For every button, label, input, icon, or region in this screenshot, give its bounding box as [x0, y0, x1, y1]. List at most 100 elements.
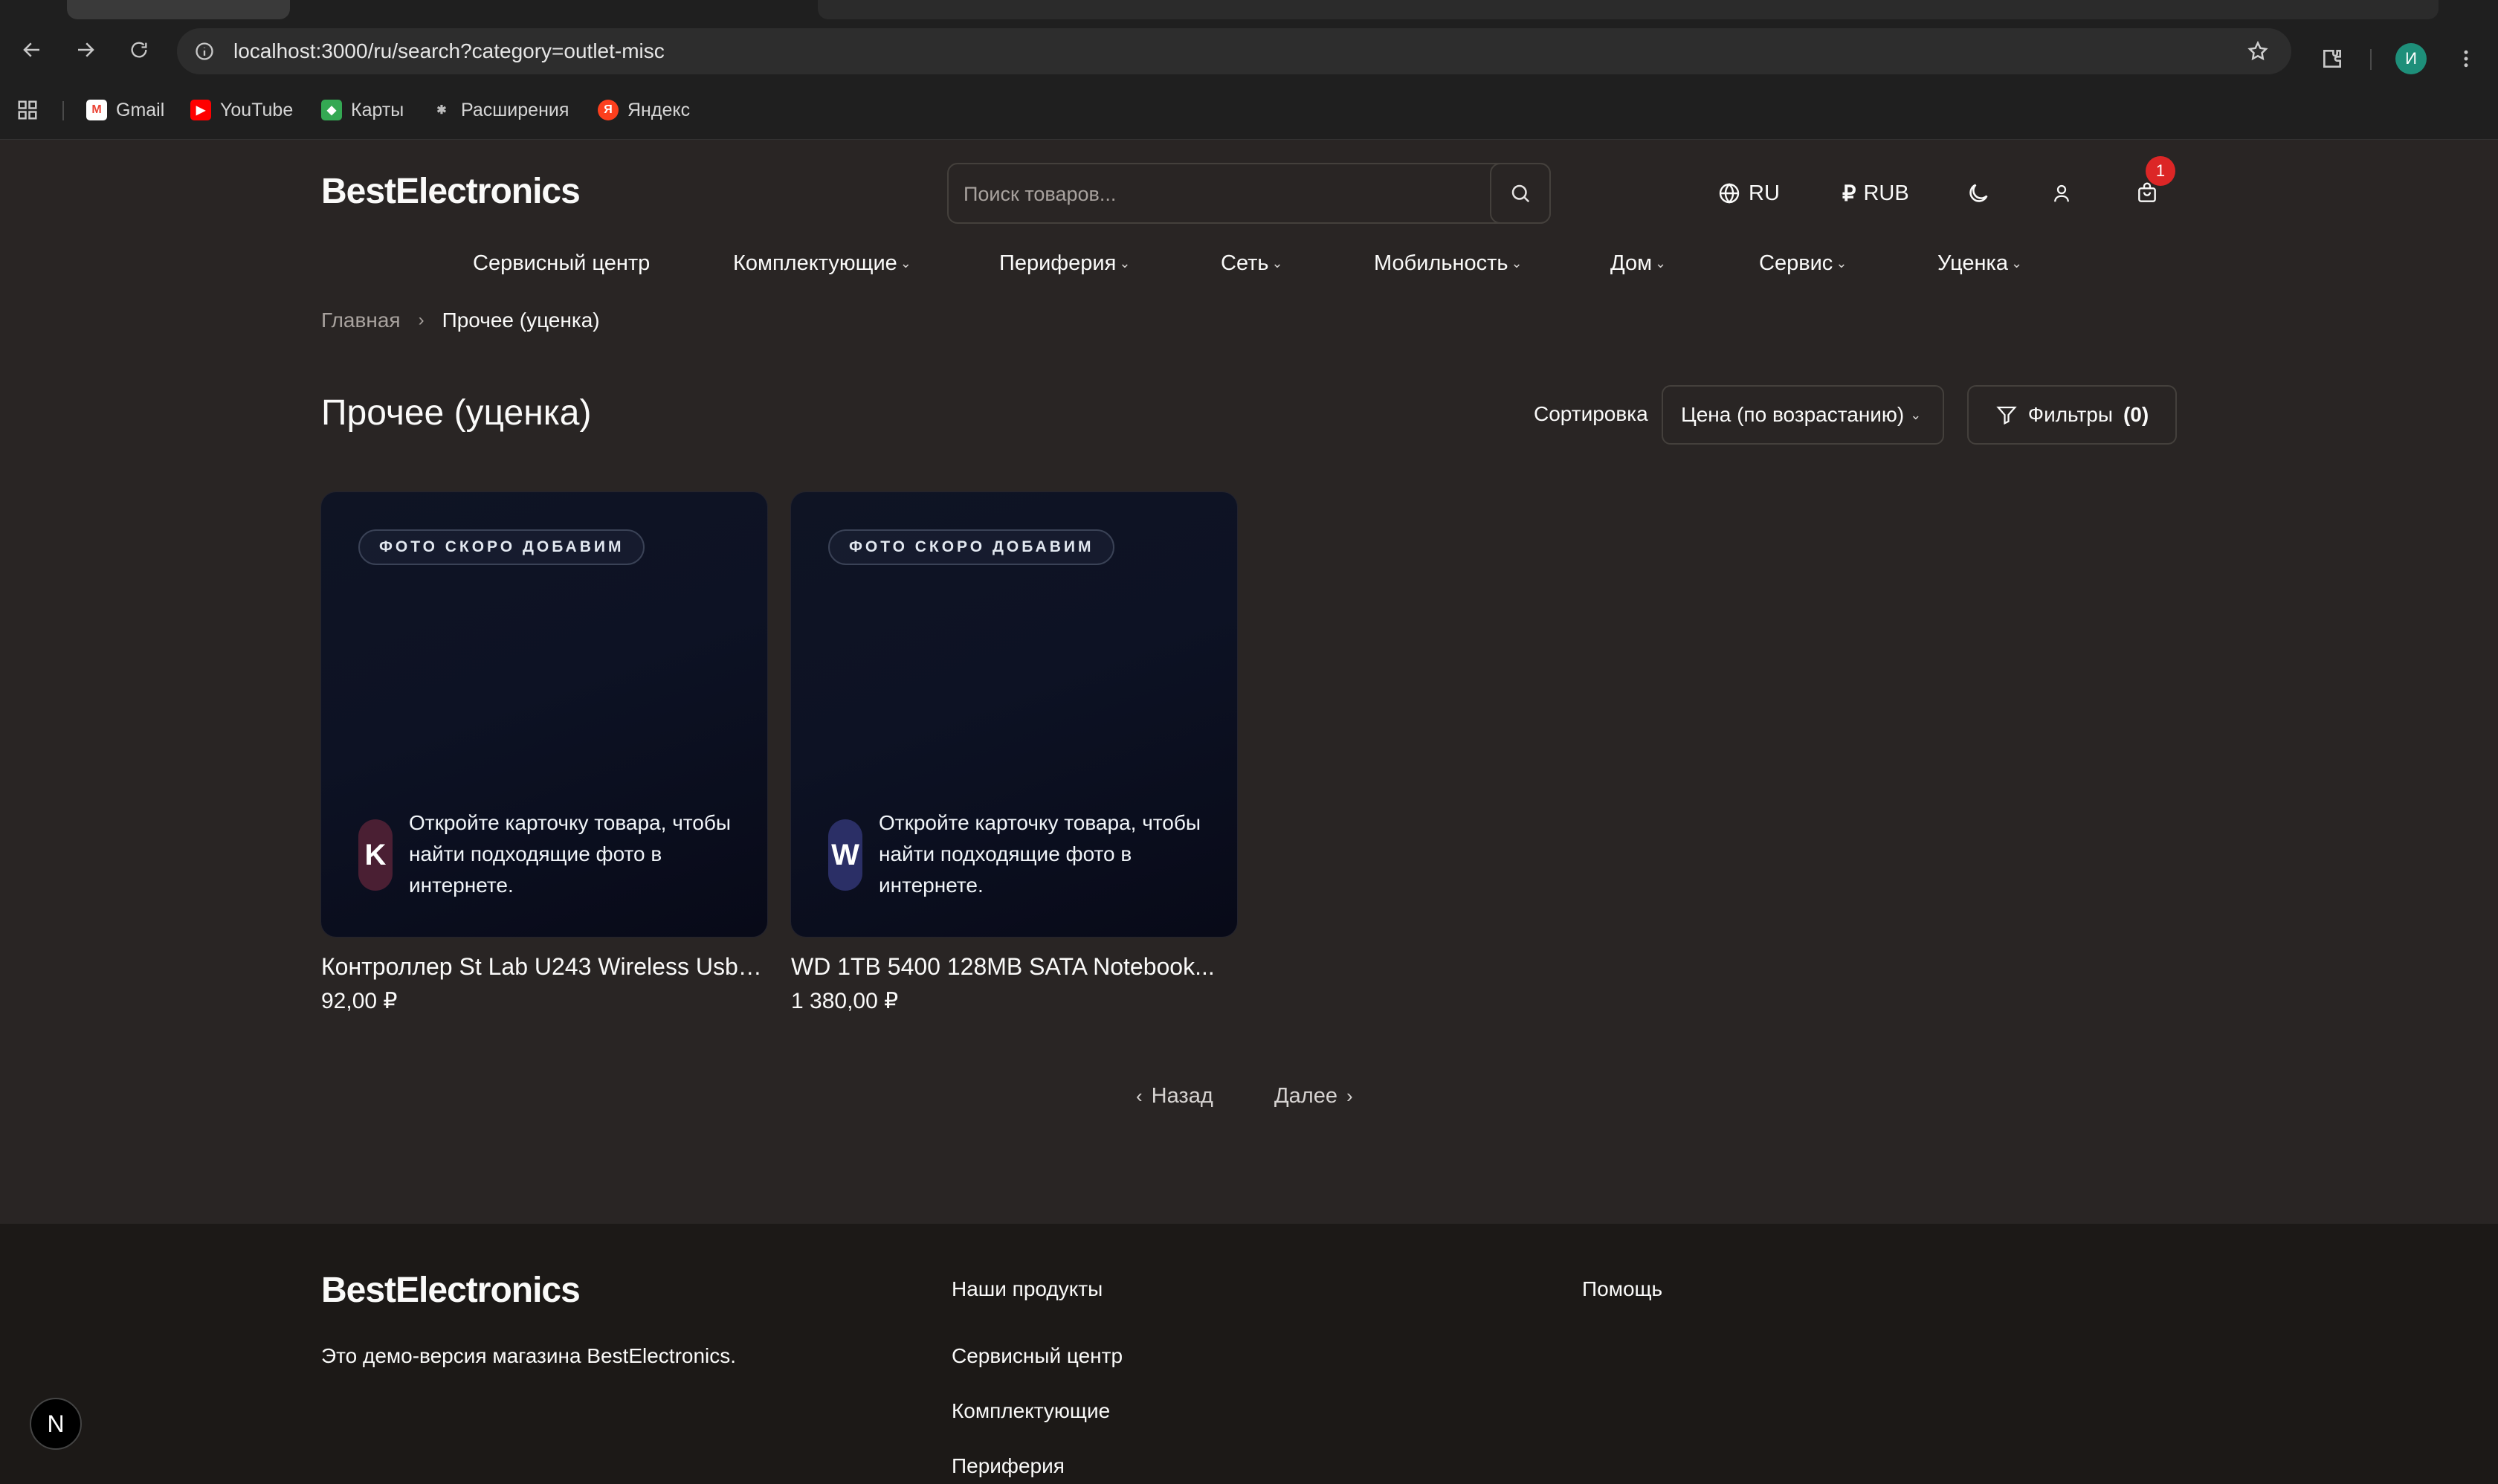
product-title[interactable]: Контроллер St Lab U243 Wireless Usb t... — [321, 953, 767, 981]
chevron-down-icon: ⌄ — [1910, 407, 1922, 422]
nextjs-dev-indicator[interactable]: N — [30, 1398, 82, 1450]
search-box — [947, 163, 1551, 224]
nav-item-label: Сервисный центр — [473, 251, 651, 275]
bookmark-star-icon[interactable] — [2244, 37, 2272, 65]
back-icon[interactable] — [13, 31, 51, 68]
footer-logo[interactable]: BestElectronics — [321, 1270, 581, 1311]
photo-coming-badge: ФОТО СКОРО ДОБАВИМ — [828, 529, 1115, 565]
account-button[interactable] — [2050, 177, 2073, 210]
nav-item-label: Мобильность — [1374, 251, 1508, 275]
browser-tab-active[interactable] — [818, 0, 2439, 19]
pagination-next[interactable]: Далее › — [1274, 1084, 1353, 1109]
product-price: 1 380,00 ₽ — [791, 989, 899, 1013]
bookmark-gmail[interactable]: M Gmail — [86, 98, 164, 122]
chevron-down-icon: ⌄ — [1655, 256, 1667, 271]
nav-item-label: Уценка — [1937, 251, 2009, 275]
chevron-down-icon: ⌄ — [1836, 256, 1847, 271]
ruble-icon: ₽ — [1842, 181, 1856, 206]
forward-icon[interactable] — [67, 31, 104, 68]
chevron-right-icon: › — [418, 310, 425, 330]
nav-item-components[interactable]: Комплектующие ⌄ — [733, 251, 911, 276]
nav-item-home[interactable]: Дом ⌄ — [1610, 251, 1666, 276]
bookmark-label: Карты — [351, 99, 404, 120]
product-card[interactable]: ФОТО СКОРО ДОБАВИМ K Откройте карточку т… — [321, 492, 767, 1014]
nav-item-network[interactable]: Сеть ⌄ — [1221, 251, 1283, 276]
currency-switcher[interactable]: ₽ RUB — [1842, 177, 1909, 210]
product-price: 92,00 ₽ — [321, 989, 398, 1013]
sort-select[interactable]: Цена (по возрастанию) ⌄ — [1662, 385, 1944, 445]
nav-item-mobility[interactable]: Мобильность ⌄ — [1374, 251, 1523, 276]
footer-link-peripherals[interactable]: Периферия — [952, 1454, 1065, 1478]
nav-item-label: Комплектующие — [733, 251, 897, 275]
chevron-right-icon: › — [1346, 1085, 1353, 1107]
browser-tab-strip — [0, 0, 2498, 19]
language-switcher[interactable]: RU — [1717, 177, 1780, 210]
search-input[interactable] — [964, 178, 1476, 210]
address-bar[interactable]: localhost:3000/ru/search?category=outlet… — [177, 28, 2291, 74]
yandex-icon: Я — [598, 100, 619, 120]
page-title: Прочее (уценка) — [321, 393, 592, 433]
bookmark-label: Яндекс — [627, 99, 691, 120]
bookmark-label: Gmail — [116, 99, 165, 120]
bookmark-maps[interactable]: ◆ Карты — [321, 98, 404, 122]
product-image-placeholder[interactable]: ФОТО СКОРО ДОБАВИМ K Откройте карточку т… — [321, 492, 767, 937]
reload-icon[interactable] — [120, 31, 158, 68]
product-image-placeholder[interactable]: ФОТО СКОРО ДОБАВИМ W Откройте карточку т… — [791, 492, 1237, 937]
extensions-icon[interactable] — [2314, 40, 2351, 77]
pagination-prev[interactable]: ‹ Назад — [1136, 1084, 1213, 1109]
footer-link-service-center[interactable]: Сервисный центр — [952, 1344, 1123, 1368]
site-info-icon[interactable] — [190, 37, 219, 65]
nav-item-label: Периферия — [999, 251, 1117, 275]
product-card[interactable]: ФОТО СКОРО ДОБАВИМ W Откройте карточку т… — [791, 492, 1237, 1014]
youtube-icon: ▶ — [190, 100, 211, 120]
cart-count-badge: 1 — [2146, 156, 2175, 186]
language-label: RU — [1749, 181, 1780, 205]
apps-grid-icon[interactable] — [16, 98, 39, 122]
footer-products-heading: Наши продукты — [952, 1277, 1103, 1300]
theme-toggle[interactable] — [1966, 177, 1991, 210]
bookmark-extensions[interactable]: ✱ Расширения — [431, 98, 569, 122]
nav-item-label: Дом — [1610, 251, 1653, 275]
nav-item-label: Сеть — [1221, 251, 1269, 275]
search-button[interactable] — [1490, 163, 1551, 224]
chevron-down-icon: ⌄ — [1511, 256, 1523, 271]
breadcrumb-home-link[interactable]: Главная — [321, 309, 401, 332]
nav-item-outlet[interactable]: Уценка ⌄ — [1937, 251, 2022, 276]
product-initial-avatar: W — [828, 819, 862, 891]
chevron-down-icon: ⌄ — [1271, 256, 1283, 271]
bookmarks-bar: M Gmail ▶ YouTube ◆ Карты ✱ Расширения Я… — [0, 80, 2498, 140]
chevron-down-icon: ⌄ — [2011, 256, 2023, 271]
bookmark-youtube[interactable]: ▶ YouTube — [190, 98, 293, 122]
puzzle-icon: ✱ — [436, 104, 447, 117]
site-footer: BestElectronics Это демо-версия магазина… — [0, 1224, 2498, 1484]
footer-link-components[interactable]: Комплектующие — [952, 1399, 1110, 1423]
gmail-icon: M — [86, 100, 107, 120]
product-image-hint: Откройте карточку товара, чтобы найти по… — [879, 811, 1201, 897]
chevron-left-icon: ‹ — [1136, 1085, 1143, 1107]
user-icon — [2054, 184, 2069, 202]
nav-item-service[interactable]: Сервис ⌄ — [1759, 251, 1847, 276]
bookmark-yandex[interactable]: Я Яндекс — [598, 98, 690, 122]
browser-menu-icon[interactable] — [2447, 40, 2485, 77]
nav-item-service-center[interactable]: Сервисный центр — [473, 251, 650, 276]
nav-item-peripherals[interactable]: Периферия ⌄ — [999, 251, 1130, 276]
nav-item-label: Сервис — [1759, 251, 1833, 275]
bookmark-label: YouTube — [220, 99, 294, 120]
footer-description: Это демо-версия магазина BestElectronics… — [321, 1344, 737, 1367]
site-logo[interactable]: BestElectronics — [321, 171, 581, 212]
pagination-prev-label: Назад — [1151, 1084, 1213, 1108]
globe-icon — [1719, 183, 1740, 204]
browser-toolbar: localhost:3000/ru/search?category=outlet… — [0, 19, 2498, 80]
breadcrumb: Главная › Прочее (уценка) — [321, 309, 600, 332]
bookmark-label: Расширения — [461, 99, 569, 120]
product-title[interactable]: WD 1TB 5400 128MB SATA Notebook... — [791, 953, 1237, 981]
pagination-next-label: Далее — [1274, 1084, 1337, 1108]
url-text[interactable]: localhost:3000/ru/search?category=outlet… — [233, 39, 665, 63]
filters-button[interactable]: Фильтры (0) — [1967, 385, 2177, 445]
sort-label: Сортировка — [1534, 402, 1648, 425]
chevron-down-icon: ⌄ — [1119, 256, 1131, 271]
profile-avatar[interactable]: И — [2395, 43, 2427, 74]
sort-value: Цена (по возрастанию) — [1681, 403, 1905, 426]
moon-icon — [1969, 184, 1988, 202]
browser-tab[interactable] — [67, 0, 290, 19]
